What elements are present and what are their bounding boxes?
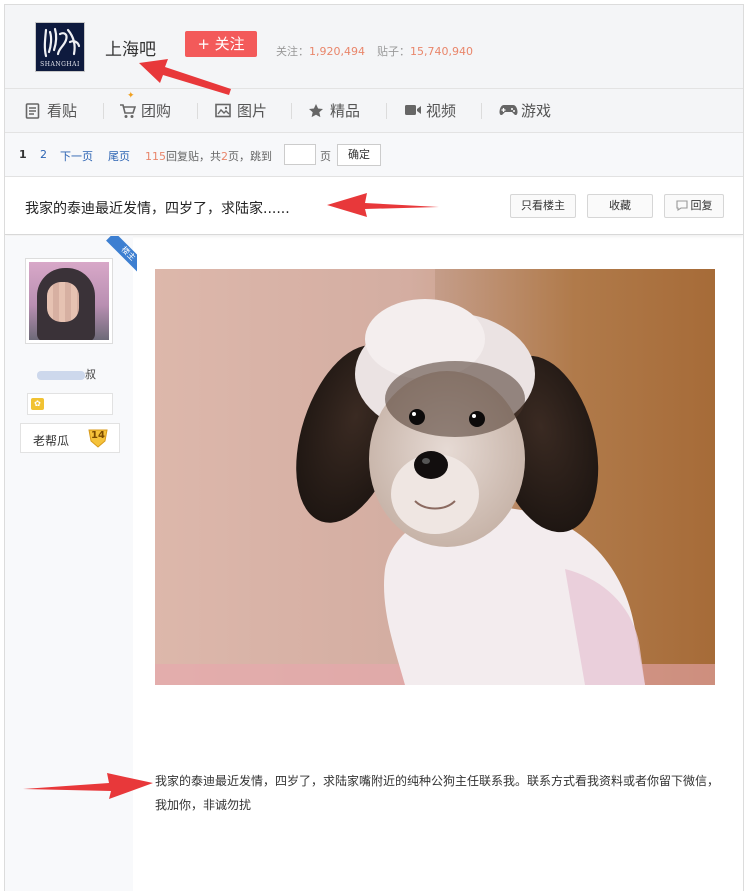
author-name[interactable]: 叔 bbox=[37, 366, 96, 382]
document-icon bbox=[25, 103, 40, 119]
followers-label: 关注： bbox=[276, 45, 309, 58]
rank-title: 老帮瓜 bbox=[33, 434, 70, 448]
cart-icon bbox=[120, 104, 136, 118]
reply-label: 回复 bbox=[690, 199, 713, 212]
pagination-bar: 1 2 下一页 尾页 115回复贴，共2页，跳到 页 确定 bbox=[5, 133, 743, 177]
last-page-link[interactable]: 尾页 bbox=[108, 148, 130, 164]
reply-count: 115 bbox=[145, 150, 166, 163]
star-icon bbox=[309, 104, 323, 118]
nav-label: 看贴 bbox=[47, 102, 78, 120]
forum-rank[interactable]: 老帮瓜 14 bbox=[20, 423, 120, 453]
video-icon bbox=[405, 105, 421, 115]
gamepad-icon bbox=[499, 105, 518, 116]
follow-button[interactable]: + 关注 bbox=[185, 31, 257, 57]
followers-count: 1,920,494 bbox=[309, 45, 365, 58]
reply-button[interactable]: 回复 bbox=[664, 194, 724, 218]
total-pages: 2 bbox=[221, 150, 228, 163]
calligraphy-logo-icon bbox=[43, 27, 81, 58]
member-badge[interactable]: ✿ bbox=[27, 393, 113, 415]
blurred-name bbox=[37, 370, 85, 380]
post-image[interactable] bbox=[155, 269, 715, 685]
logo-text: SHANGHAI bbox=[40, 61, 80, 68]
forum-name[interactable]: 上海吧 bbox=[105, 35, 156, 60]
nav-divider bbox=[481, 103, 482, 119]
nav-item-games[interactable]: 游戏 bbox=[499, 89, 563, 133]
collect-button[interactable]: 收藏 bbox=[587, 194, 653, 218]
nav-divider bbox=[386, 103, 387, 119]
badge-icon: ✿ bbox=[31, 398, 44, 410]
thread-title-bar: 我家的泰迪最近发情，四岁了，求陆家...... 只看楼主 收藏 回复 bbox=[5, 177, 743, 235]
confirm-jump-button[interactable]: 确定 bbox=[337, 144, 381, 166]
author-name-suffix: 叔 bbox=[85, 368, 96, 381]
page-link-2[interactable]: 2 bbox=[40, 148, 47, 161]
nav-item-images[interactable]: 图片 bbox=[215, 89, 279, 133]
forum-nav: 看贴 团购 图片 精品 视频 游戏 bbox=[5, 89, 743, 133]
thread-title: 我家的泰迪最近发情，四岁了，求陆家...... bbox=[25, 201, 290, 217]
nav-label: 图片 bbox=[237, 102, 268, 120]
nav-label: 视频 bbox=[426, 102, 457, 120]
nav-label: 游戏 bbox=[521, 102, 552, 120]
page-jump-input[interactable] bbox=[284, 144, 316, 165]
avatar-photo bbox=[29, 262, 109, 340]
nav-item-featured[interactable]: 精品 bbox=[308, 89, 372, 133]
author-panel: 楼主 叔 ✿ 老帮瓜 14 bbox=[5, 236, 137, 891]
nav-divider bbox=[291, 103, 292, 119]
posts-count: 15,740,940 bbox=[409, 45, 473, 58]
reply-text: 回复贴，共 bbox=[166, 150, 221, 163]
forum-header: SHANGHAI 上海吧 + 关注 关注：1,920,494 贴子：15,740,… bbox=[5, 5, 743, 89]
forum-logo[interactable]: SHANGHAI bbox=[35, 22, 85, 72]
post-body: 我家的泰迪最近发情，四岁了，求陆家嘴附近的纯种公狗主任联系我。联系方式看我资料或… bbox=[155, 774, 720, 812]
level-badge: 14 bbox=[87, 427, 109, 449]
nav-item-video[interactable]: 视频 bbox=[404, 89, 468, 133]
poodle-photo bbox=[155, 269, 715, 685]
nav-label: 精品 bbox=[330, 102, 361, 120]
page-unit: 页 bbox=[320, 150, 331, 163]
next-page-link[interactable]: 下一页 bbox=[60, 148, 93, 164]
pager-info: 115回复贴，共2页，跳到 bbox=[145, 148, 272, 164]
only-op-button[interactable]: 只看楼主 bbox=[510, 194, 576, 218]
image-icon bbox=[215, 103, 231, 118]
posts-label: 贴子： bbox=[376, 45, 410, 58]
nav-divider bbox=[103, 103, 104, 119]
nav-label: 团购 bbox=[141, 102, 172, 120]
nav-item-posts[interactable]: 看贴 bbox=[25, 89, 89, 133]
nav-divider bbox=[197, 103, 198, 119]
level-number: 14 bbox=[91, 430, 105, 441]
jump-text: 页，跳到 bbox=[228, 150, 272, 163]
sparkle-icon: ✦ bbox=[127, 91, 135, 101]
forum-stats: 关注：1,920,494 贴子：15,740,940 bbox=[276, 43, 473, 59]
speech-bubble-icon bbox=[675, 200, 688, 212]
tieba-thread-page: SHANGHAI 上海吧 + 关注 关注：1,920,494 贴子：15,740,… bbox=[4, 4, 744, 891]
avatar[interactable] bbox=[25, 258, 113, 344]
page-current: 1 bbox=[19, 148, 27, 161]
